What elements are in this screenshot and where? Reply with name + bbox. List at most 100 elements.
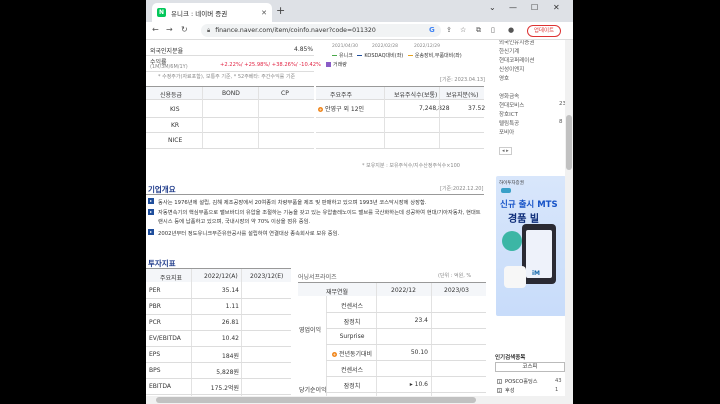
yoy-expand-icon[interactable]: + [331, 352, 337, 357]
foreign-ratio-value: 4.85% [294, 46, 314, 53]
sidebar-item[interactable]: 현대모비스 [499, 101, 524, 109]
bullet-icon: ▸ [148, 198, 154, 204]
naver-favicon-icon: N [157, 8, 166, 17]
sidebar-item[interactable]: 외국인유지증권 [499, 40, 534, 46]
inv-row-label: PER [149, 287, 161, 294]
tab-title: 유니크 : 네이버 증권 [171, 9, 228, 18]
vertical-scrollbar[interactable] [565, 40, 573, 404]
surprise-row-divider [326, 344, 486, 345]
sidebar-item[interactable]: 텔림특공 [499, 119, 519, 127]
holder-row[interactable]: + 안영구 외 12인 [318, 104, 364, 113]
sidebar-item-num: 8 [559, 119, 563, 125]
surprise-group-net: 당기순이익 [299, 387, 327, 394]
tab-close-icon[interactable]: ✕ [261, 9, 267, 17]
inv-row-2022: 1.11 [225, 303, 239, 310]
close-window-icon[interactable]: ✕ [553, 3, 560, 12]
surprise-row-2022: 23.4 [414, 317, 428, 324]
sidebar-item[interactable]: 현대코퍼레이션 [499, 56, 534, 64]
extension-icon[interactable]: ⧉ [476, 26, 481, 35]
sidebar-item[interactable]: 영호 [499, 74, 509, 82]
chart-legend-1: 유니크 KOSDAQ대비(좌) 운송장비,부품대비(좌) [332, 52, 462, 59]
popular-item[interactable]: 2 후성 [497, 387, 515, 394]
reload-icon[interactable]: ↻ [181, 25, 188, 34]
sidebar-item[interactable]: 장호ICT [499, 110, 518, 118]
surprise-row-label-text: 컨센서스 [340, 367, 364, 374]
return-sub-label: (1M/3M/6M/1Y) [150, 64, 188, 70]
surprise-row-label[interactable]: + 전년동기대비 [329, 349, 375, 358]
holder-shares-value: 7,248,828 [419, 105, 450, 112]
minimize-icon[interactable]: — [509, 3, 517, 12]
inv-row-2022: 26.81 [221, 319, 239, 326]
update-button[interactable]: 업데이트 [527, 25, 561, 37]
surprise-header-period: 재무연월 [326, 289, 349, 296]
surprise-title: 어닝서프라이즈 [298, 274, 337, 281]
inv-row-divider [146, 346, 291, 347]
credit-header-cp: CP [281, 90, 289, 97]
right-sidebar: 외국인유지증권 한신기계 현대코퍼레이션 신성이엔지 영호 영화금속 현대모비스 23 장호IC… [493, 40, 566, 404]
tab-search-icon[interactable]: ⌄ [489, 3, 496, 12]
back-icon[interactable]: ← [152, 25, 159, 34]
chart-date-1: 2021/04/30 [332, 44, 358, 49]
surprise-row-divider [326, 376, 486, 377]
surprise-row-label-text: 잠정치 [343, 319, 361, 326]
popular-name: POSCO홀딩스 [505, 379, 538, 385]
popular-item[interactable]: 1 POSCO홀딩스 [497, 378, 538, 385]
main-column: 외국인지분율 4.85% 수익률 (1M/3M/6M/1Y) +2.22%/ +… [146, 40, 486, 404]
inv-row-divider [146, 378, 291, 379]
surprise-header-2023: 2023/03 [444, 287, 469, 294]
inv-row-divider [146, 362, 291, 363]
ad-badge-icon [501, 188, 511, 193]
sidebar-item[interactable]: 신성이엔지 [499, 65, 524, 73]
chart-date-3: 2022/12/29 [414, 44, 440, 49]
holder-header-pct: 보유지분(%) [446, 92, 479, 99]
credit-row-nice: NICE [168, 137, 183, 144]
credit-row-kr: KR [171, 122, 180, 129]
popular-rank: 2 [497, 388, 502, 393]
credit-row-kis: KIS [170, 106, 180, 113]
tab-strip: N 유니크 : 네이버 증권 ✕ + ⌄ — ☐ ✕ [146, 0, 573, 22]
inv-row-label: PCR [149, 319, 161, 326]
bullet-icon: ▸ [148, 209, 154, 215]
popular-value: 43 [555, 378, 562, 384]
chart-legend-volume: 거래량 [326, 61, 347, 68]
sidebar-item[interactable]: 포비아 [499, 128, 514, 136]
sidebar-item[interactable]: 한신기계 [499, 47, 519, 55]
profile-avatar-icon[interactable]: ● [508, 26, 514, 34]
address-bar[interactable]: 🔒︎ finance.naver.com/item/coinfo.naver?c… [201, 24, 441, 37]
maximize-icon[interactable]: ☐ [531, 3, 538, 12]
ad-banner[interactable]: 하이투자증권 신규 출시 MTS 경품 빌 iM [496, 176, 566, 316]
tab-kospi[interactable]: 코스피 [495, 362, 565, 372]
company-bullet-1: 동사는 1976년에 설립, 김해 제조공장에서 20여종의 차량부품을 제조 … [158, 200, 427, 206]
surprise-row-divider [326, 360, 486, 361]
sidebar-pager[interactable]: ◂ ▸ [499, 147, 512, 155]
new-tab-icon[interactable]: + [276, 4, 285, 17]
inv-row-label: EBITDA [149, 383, 171, 390]
vertical-scroll-thumb[interactable] [566, 115, 572, 170]
bullet-icon: ▸ [148, 229, 154, 235]
foreign-ratio-label: 외국인지분율 [150, 48, 184, 55]
inv-row-2022: 5,828원 [216, 369, 239, 376]
browser-tab[interactable]: N 유니크 : 네이버 증권 ✕ [152, 3, 272, 22]
google-icon[interactable]: G [429, 26, 435, 34]
inv-row-divider [146, 394, 291, 395]
inv-header-2022: 2022/12(A) [204, 273, 238, 280]
surprise-header-2022: 2022/12 [391, 287, 416, 294]
page-content: 외국인지분율 4.85% 수익률 (1M/3M/6M/1Y) +2.22%/ +… [146, 40, 573, 404]
inv-row-label: EV/EBITDA [149, 335, 181, 342]
bookmark-star-icon[interactable]: ☆ [460, 26, 466, 34]
browser-window: N 유니크 : 네이버 증권 ✕ + ⌄ — ☐ ✕ ← → ↻ 🔒︎ fina… [146, 0, 573, 404]
base-date: [기준: 2023.04.13] [440, 77, 486, 83]
holder-header-shares: 보유주식수(보통) [394, 92, 438, 99]
lock-icon: 🔒︎ [207, 26, 211, 34]
sidepanel-icon[interactable]: ▯ [491, 26, 495, 34]
holder-expand-icon[interactable]: + [318, 107, 323, 112]
ad-earbuds-icon [504, 266, 526, 288]
share-icon[interactable]: ⇪ [446, 26, 452, 34]
sidebar-item[interactable]: 영화금속 [499, 92, 519, 100]
ad-headline-1: 신규 출시 MTS [500, 200, 558, 210]
horizontal-scroll-thumb[interactable] [156, 397, 476, 403]
inv-row-label: EPS [149, 351, 161, 358]
surprise-row-label-text: 컨센서스 [340, 303, 364, 310]
holder-note: * 보유지분 : 보유주식수/지수산정주식수×100 [362, 163, 460, 169]
forward-icon[interactable]: → [166, 25, 173, 34]
